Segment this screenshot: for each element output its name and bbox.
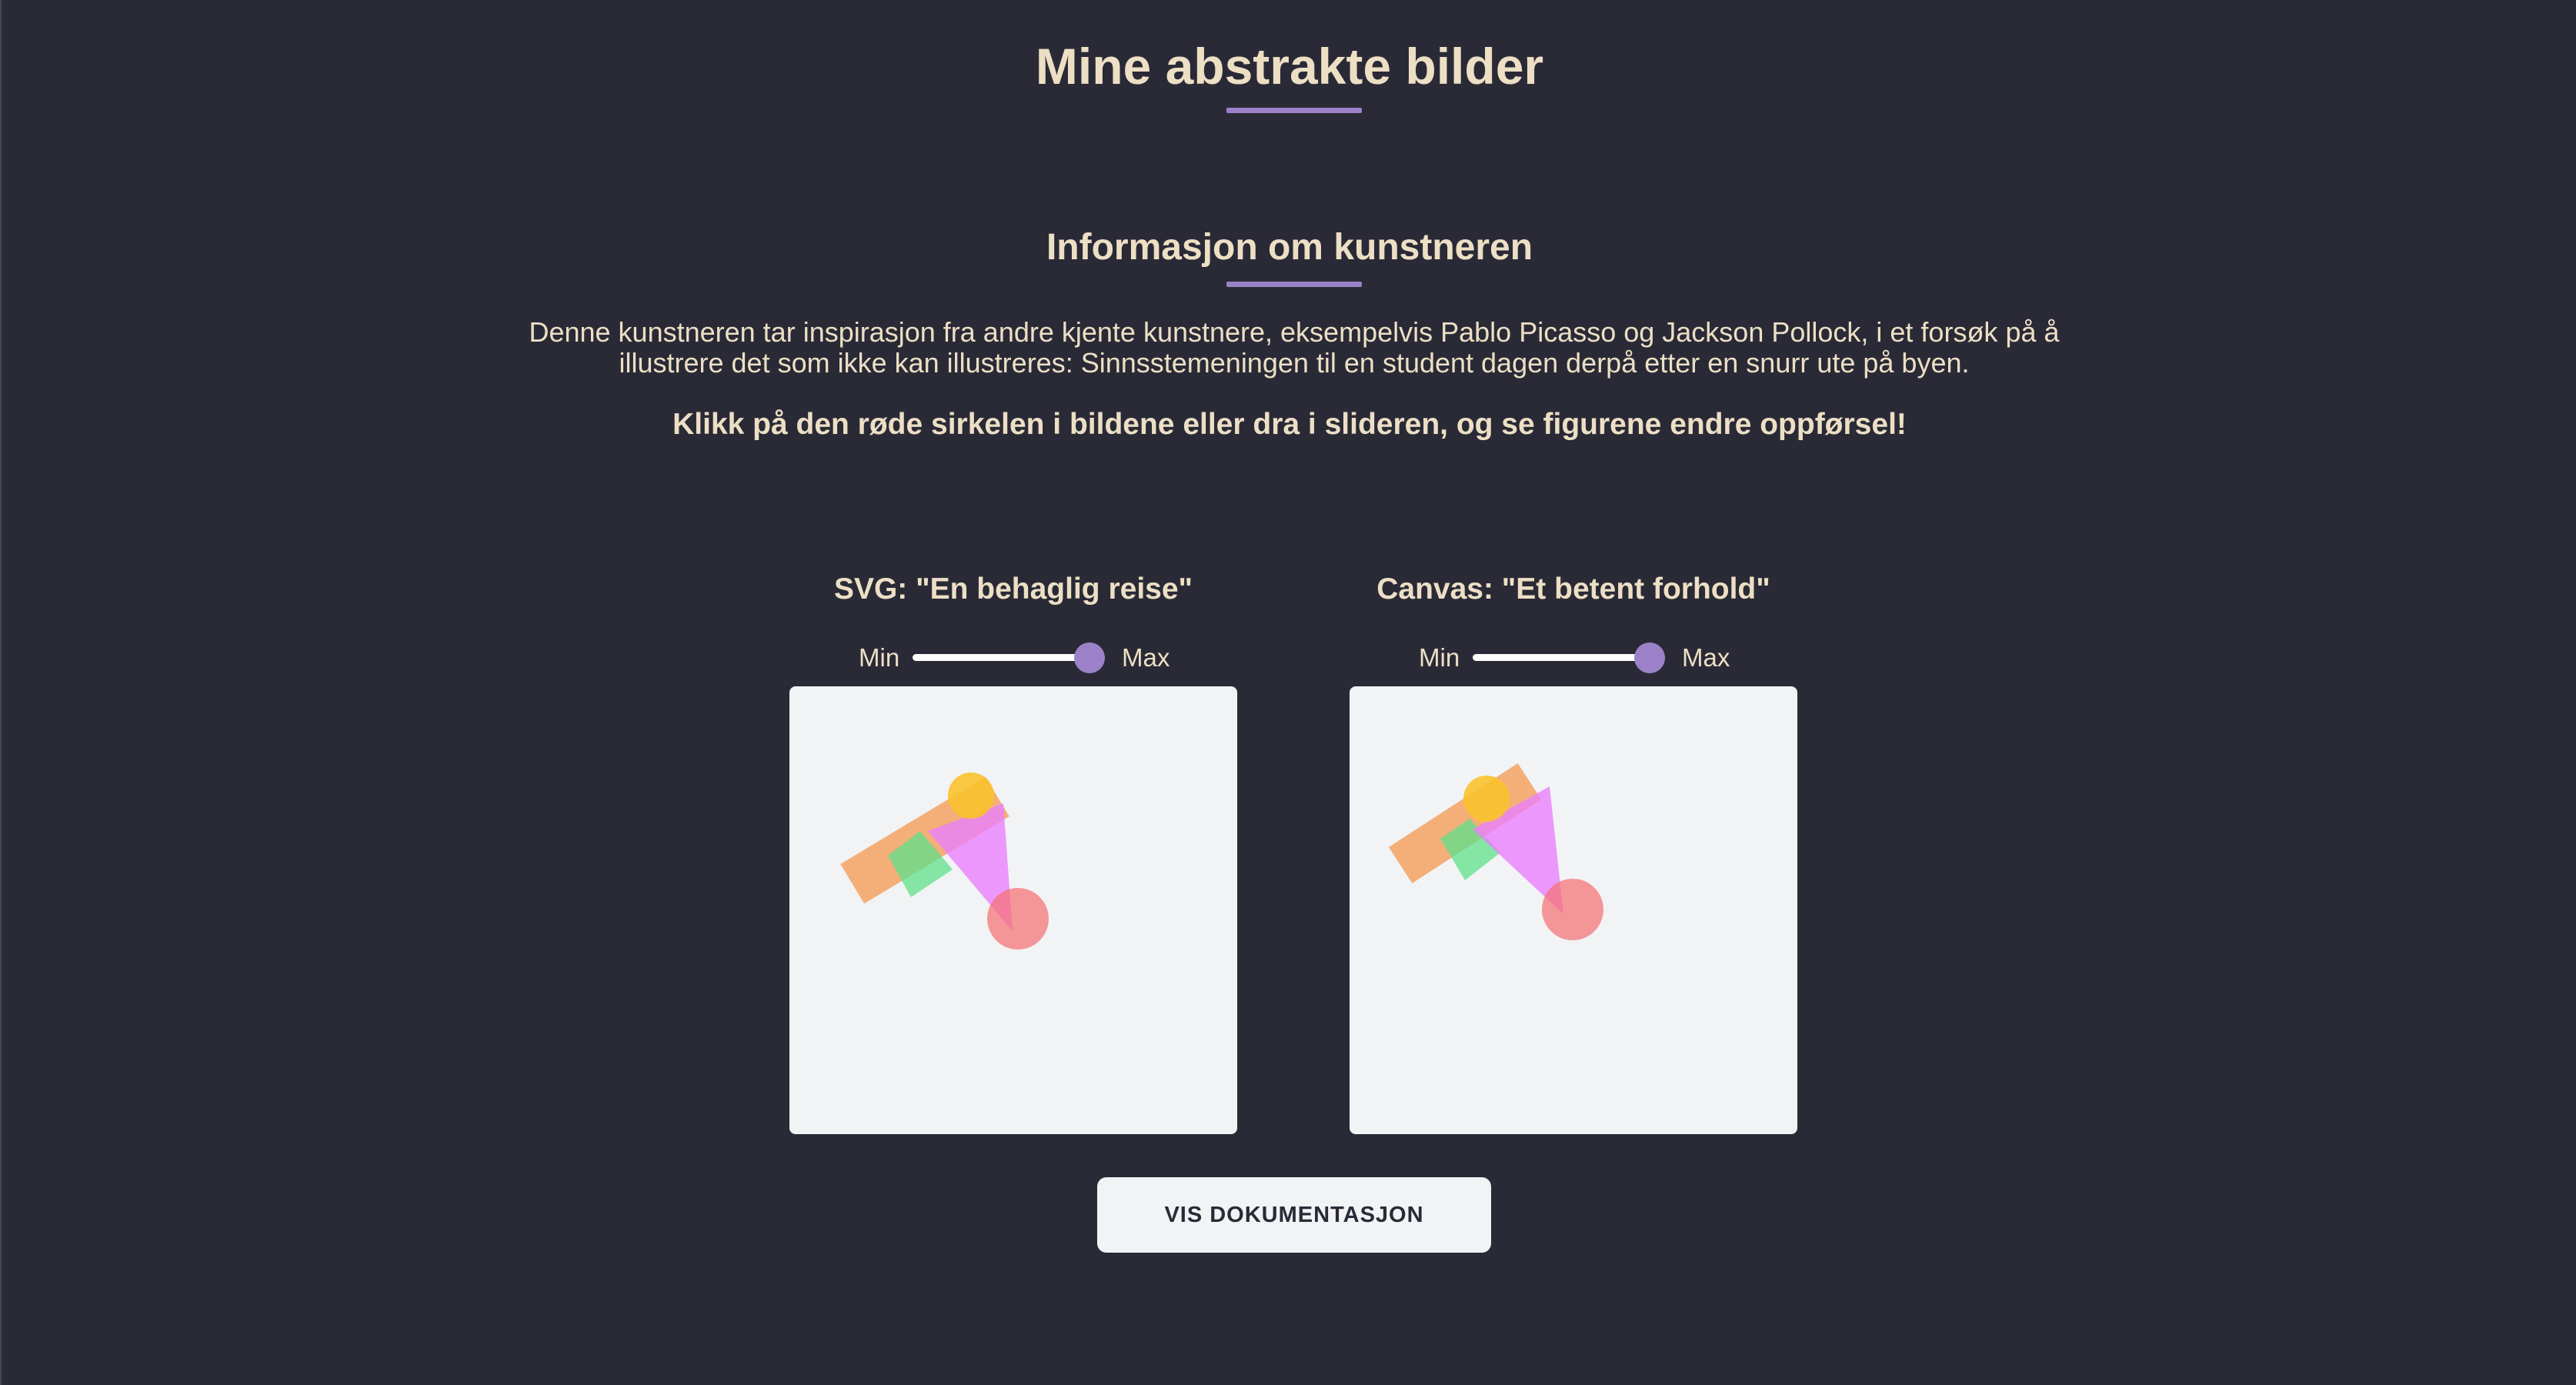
svg-slider-thumb[interactable] <box>1074 642 1105 673</box>
title-underline <box>1226 108 1362 113</box>
page-title: Mine abstrakte bilder <box>1035 38 1544 95</box>
canvas-slider[interactable]: Min Max <box>1419 639 1742 677</box>
info-heading-underline <box>1226 282 1362 287</box>
show-documentation-button[interactable]: VIS DOKUMENTASJON <box>1097 1177 1491 1253</box>
call-to-action: Klikk på den røde sirkelen i bildene ell… <box>672 408 1907 441</box>
yellow-circle <box>1463 776 1510 822</box>
info-text: Denne kunstneren tar inspirasjon fra and… <box>529 316 2060 379</box>
canvas-artwork-title: Canvas: "Et betent forhold" <box>1376 572 1770 606</box>
canvas-artwork-frame <box>1350 686 1797 1134</box>
svg-artwork <box>840 773 1049 949</box>
canvas-slider-thumb[interactable] <box>1634 642 1665 673</box>
yellow-circle <box>948 773 994 819</box>
red-circle[interactable] <box>987 888 1049 949</box>
red-circle[interactable] <box>1542 879 1603 940</box>
svg-slider[interactable]: Min Max <box>859 639 1182 677</box>
info-heading: Informasjon om kunstneren <box>1046 227 1533 268</box>
canvas-slider-min-label: Min <box>1419 643 1460 672</box>
svg-slider-max-label: Max <box>1122 643 1170 672</box>
canvas-slider-max-label: Max <box>1682 643 1730 672</box>
svg-artwork-frame <box>789 686 1237 1134</box>
svg-artwork-title: SVG: "En behaglig reise" <box>833 572 1193 606</box>
canvas-artwork <box>1388 763 1603 940</box>
page: Mine abstrakte bilder Informasjon om kun… <box>0 0 2576 1385</box>
svg-slider-min-label: Min <box>859 643 900 672</box>
